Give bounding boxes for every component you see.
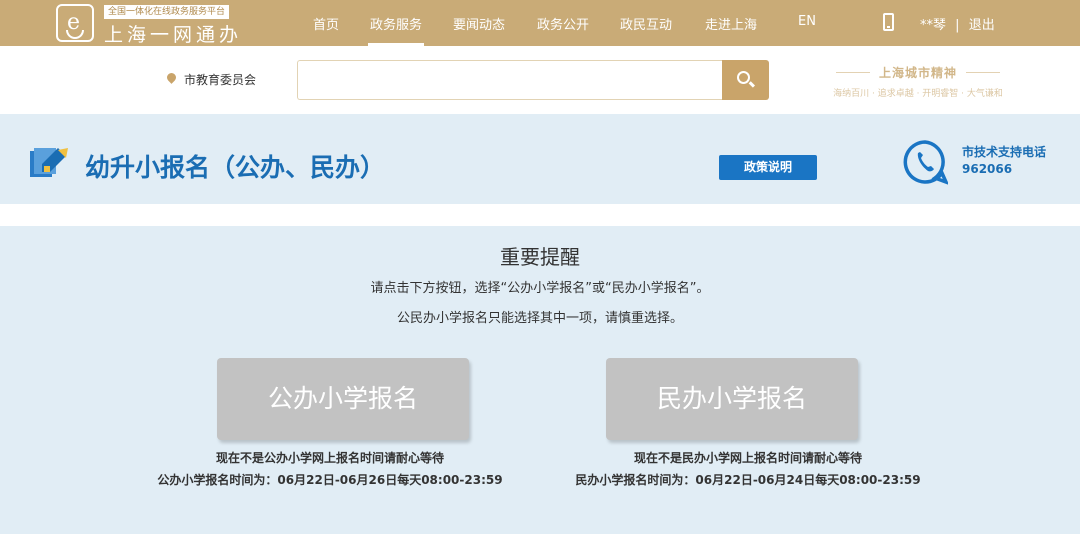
nav-gov-open[interactable]: 政务公开 bbox=[537, 14, 589, 33]
city-spirit-motto: 海纳百川 · 追求卓越 · 开明睿智 · 大气谦和 bbox=[833, 89, 1003, 99]
city-spirit-title: 上海城市精神 bbox=[836, 64, 1000, 81]
search-input[interactable] bbox=[297, 60, 723, 100]
location-selector[interactable]: 市教育委员会 bbox=[184, 71, 256, 88]
nav-news[interactable]: 要闻动态 bbox=[453, 14, 505, 33]
support-phone-icon bbox=[903, 140, 948, 185]
service-header: 幼升小报名（公办、民办） 政策说明 市技术支持电话 962066 bbox=[0, 114, 1080, 204]
logo-e-icon: e bbox=[56, 4, 94, 42]
user-separator: | bbox=[955, 18, 960, 33]
nav-about-shanghai[interactable]: 走进上海 bbox=[705, 14, 757, 33]
logo-name: 上海一网通办 bbox=[104, 24, 243, 46]
notice-title: 重要提醒 bbox=[500, 245, 580, 269]
nav-home[interactable]: 首页 bbox=[313, 14, 339, 33]
top-nav-bar: e 全国一体化在线政务服务平台 上海一网通办 首页 政务服务 要闻动态 政务公开… bbox=[0, 0, 1080, 46]
search-button[interactable] bbox=[722, 60, 769, 100]
nav-english[interactable]: EN bbox=[798, 14, 816, 29]
private-school-register-button[interactable]: 民办小学报名 bbox=[606, 358, 858, 440]
location-pin-icon bbox=[165, 71, 178, 84]
private-wait-message: 现在不是民办小学网上报名时间请耐心等待 bbox=[633, 451, 862, 465]
notice-warning: 公民办小学报名只能选择其中一项，请慎重选择。 bbox=[396, 311, 683, 326]
nav-gov-services[interactable]: 政务服务 bbox=[367, 14, 425, 46]
logout-link[interactable]: 退出 bbox=[969, 18, 995, 33]
nav-interaction[interactable]: 政民互动 bbox=[620, 14, 672, 33]
notice-instruction: 请点击下方按钮，选择“公办小学报名”或“民办小学报名”。 bbox=[370, 281, 710, 296]
public-schedule: 公办小学报名时间为：06月22日-06月26日每天08:00-23:59 bbox=[157, 473, 503, 487]
user-area: **琴 | 退出 bbox=[920, 14, 995, 33]
public-wait-message: 现在不是公办小学网上报名时间请耐心等待 bbox=[215, 451, 444, 465]
edit-form-icon bbox=[30, 148, 68, 177]
policy-info-button[interactable]: 政策说明 bbox=[719, 155, 817, 180]
registration-panel: 重要提醒 请点击下方按钮，选择“公办小学报名”或“民办小学报名”。 公民办小学报… bbox=[0, 226, 1080, 534]
user-name[interactable]: **琴 bbox=[920, 18, 946, 33]
support-phone-label: 市技术支持电话 bbox=[962, 145, 1047, 159]
private-schedule: 民办小学报名时间为：06月22日-06月24日每天08:00-23:59 bbox=[575, 473, 921, 487]
service-title: 幼升小报名（公办、民办） bbox=[85, 153, 386, 182]
public-school-register-button[interactable]: 公办小学报名 bbox=[217, 358, 469, 440]
site-logo[interactable]: e 全国一体化在线政务服务平台 上海一网通办 bbox=[56, 4, 256, 46]
support-phone-number: 962066 bbox=[962, 162, 1013, 176]
logo-tagline: 全国一体化在线政务服务平台 bbox=[104, 5, 230, 19]
mobile-phone-icon[interactable] bbox=[883, 13, 894, 31]
search-row: 市教育委员会 上海城市精神 海纳百川 · 追求卓越 · 开明睿智 · 大气谦和 bbox=[0, 46, 1080, 114]
